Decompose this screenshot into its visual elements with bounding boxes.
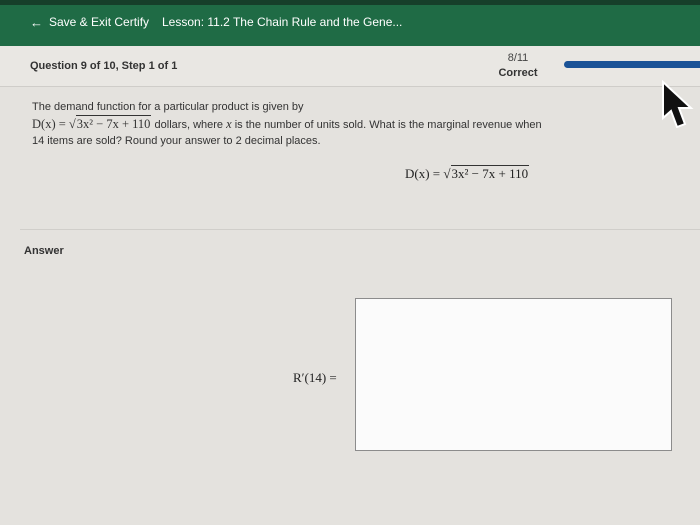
section-divider	[20, 229, 700, 230]
problem-line-3: 14 items are sold? Round your answer to …	[32, 135, 321, 147]
after-equation-text: dollars, where	[154, 119, 224, 131]
problem-line-2: D(x) = √3x² − 7x + 110 dollars, where x …	[32, 115, 632, 133]
answer-input[interactable]	[355, 298, 672, 451]
back-arrow-icon: ←	[30, 14, 43, 30]
display-lhs: D(x) =	[405, 166, 441, 181]
save-exit-label: Save & Exit Certify	[49, 15, 150, 29]
top-bar: ← Save & Exit Certify Lesson: 11.2 The C…	[0, 0, 700, 46]
score-status: Correct	[498, 67, 538, 79]
mouse-cursor-icon	[662, 80, 694, 128]
lesson-title: Lesson: 11.2 The Chain Rule and the Gene…	[162, 15, 403, 29]
score-badge: 8/11 Correct	[485, 51, 551, 81]
demand-equation: D(x) = √3x² − 7x + 110	[32, 115, 155, 131]
after-variable-text: is the number of units sold. What is the…	[234, 119, 542, 131]
variable-x: x	[226, 117, 232, 131]
problem-intro: The demand function for a particular pro…	[32, 101, 304, 113]
top-stripe	[0, 0, 700, 5]
sqrt-expression: √3x² − 7x + 110	[68, 115, 152, 131]
answer-label: Answer	[24, 245, 64, 257]
progress-bar	[564, 61, 700, 68]
save-exit-button[interactable]: ← Save & Exit Certify	[30, 15, 149, 29]
equation-lhs: D(x) =	[32, 117, 66, 131]
display-radicand: 3x² − 7x + 110	[450, 165, 530, 181]
display-sqrt: √3x² − 7x + 110	[443, 165, 530, 181]
problem-text: The demand function for a particular pro…	[32, 99, 632, 149]
answer-lhs: R′(14) =	[293, 370, 337, 385]
display-equation: D(x) = √3x² − 7x + 110	[405, 165, 530, 182]
question-content: The demand function for a particular pro…	[0, 87, 700, 525]
question-number: Question 9 of 10, Step 1 of 1	[30, 60, 178, 72]
score-value: 8/11	[507, 52, 529, 64]
radicand: 3x² − 7x + 110	[75, 115, 152, 131]
